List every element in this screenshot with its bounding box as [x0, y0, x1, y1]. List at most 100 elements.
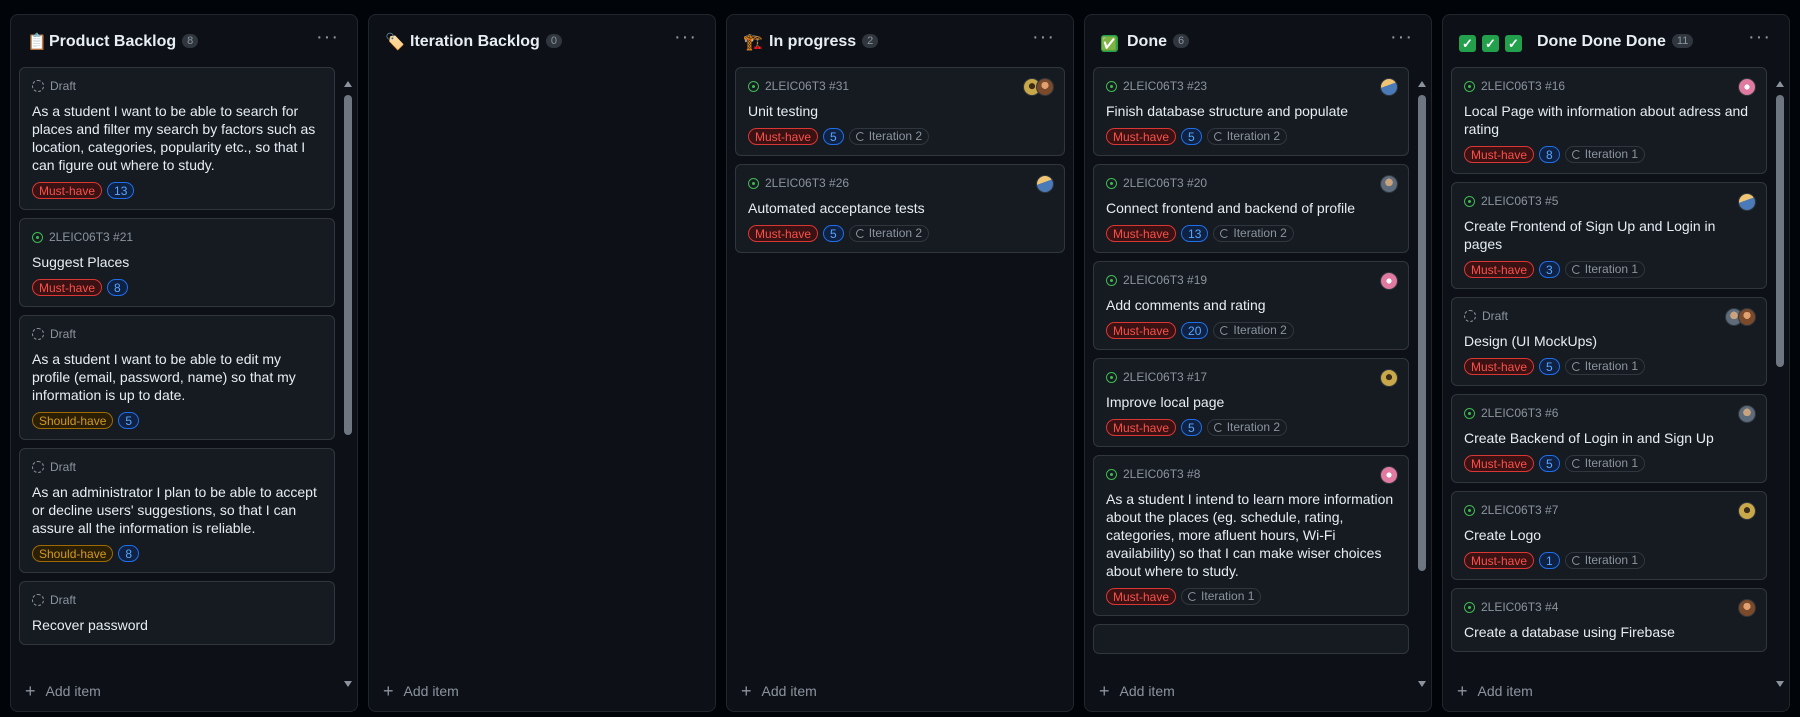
priority-label[interactable]: Must-have [1106, 225, 1177, 242]
assignees[interactable] [1380, 369, 1398, 387]
card-title[interactable]: As a student I want to be able to search… [32, 102, 322, 174]
card-issue-21[interactable]: 2LEIC06T3 #21 Suggest Places Must-have 8 [19, 218, 335, 307]
avatar[interactable] [1738, 78, 1756, 96]
points-label[interactable]: 5 [1539, 455, 1560, 472]
card-title[interactable]: Create Frontend of Sign Up and Login in … [1464, 217, 1754, 253]
card-title[interactable]: Connect frontend and backend of profile [1106, 199, 1396, 217]
scroll-up-arrow-icon[interactable] [1418, 81, 1426, 87]
assignees[interactable] [1023, 78, 1054, 96]
points-label[interactable]: 5 [823, 128, 844, 145]
avatar[interactable] [1738, 308, 1756, 326]
add-item-button[interactable]: + Add item [383, 680, 459, 702]
priority-label[interactable]: Must-have [748, 128, 819, 145]
scrollbar[interactable] [343, 81, 353, 687]
card-title[interactable]: Add comments and rating [1106, 296, 1396, 314]
assignees[interactable] [1738, 599, 1756, 617]
card-issue-23[interactable]: 2LEIC06T3 #23 Finish database structure … [1093, 67, 1409, 156]
card-issue-8[interactable]: 2LEIC06T3 #8 As a student I intend to le… [1093, 455, 1409, 616]
points-label[interactable]: 5 [1181, 128, 1202, 145]
points-label[interactable]: 5 [1181, 419, 1202, 436]
card-title[interactable]: As an administrator I plan to be able to… [32, 483, 322, 537]
scrollbar[interactable] [1417, 81, 1427, 687]
card-issue-20[interactable]: 2LEIC06T3 #20 Connect frontend and backe… [1093, 164, 1409, 253]
priority-label[interactable]: Should-have [32, 412, 114, 429]
priority-label[interactable]: Must-have [1106, 419, 1177, 436]
avatar[interactable] [1380, 78, 1398, 96]
iteration-label[interactable]: Iteration 1 [1564, 146, 1646, 163]
card-title[interactable]: Automated acceptance tests [748, 199, 1052, 217]
avatar[interactable] [1380, 369, 1398, 387]
card-title[interactable]: Create Logo [1464, 526, 1754, 544]
points-label[interactable]: 13 [1181, 225, 1209, 242]
card-issue-26[interactable]: 2LEIC06T3 #26 Automated acceptance tests… [735, 164, 1065, 253]
avatar[interactable] [1738, 502, 1756, 520]
priority-label[interactable]: Must-have [1106, 128, 1177, 145]
assignees[interactable] [1738, 193, 1756, 211]
priority-label[interactable]: Must-have [1464, 552, 1535, 569]
priority-label[interactable]: Must-have [1464, 455, 1535, 472]
column-menu-button[interactable]: ··· [674, 27, 697, 47]
priority-label[interactable]: Must-have [32, 279, 103, 296]
card-draft-admin[interactable]: Draft As an administrator I plan to be a… [19, 448, 335, 573]
iteration-label[interactable]: Iteration 2 [1206, 128, 1288, 145]
avatar[interactable] [1738, 405, 1756, 423]
priority-label[interactable]: Must-have [32, 182, 103, 199]
points-label[interactable]: 5 [1539, 358, 1560, 375]
assignees[interactable] [1380, 466, 1398, 484]
points-label[interactable]: 8 [118, 545, 140, 562]
avatar[interactable] [1380, 466, 1398, 484]
card-title[interactable]: As a student I intend to learn more info… [1106, 490, 1396, 580]
iteration-label[interactable]: Iteration 2 [1206, 419, 1288, 436]
scroll-thumb[interactable] [344, 95, 352, 435]
avatar[interactable] [1738, 599, 1756, 617]
iteration-label[interactable]: Iteration 1 [1181, 588, 1262, 605]
points-label[interactable]: 8 [107, 279, 128, 296]
column-menu-button[interactable]: ··· [1748, 27, 1771, 47]
priority-label[interactable]: Must-have [1464, 146, 1535, 163]
priority-label[interactable]: Should-have [32, 545, 114, 562]
scroll-up-arrow-icon[interactable] [1776, 81, 1784, 87]
add-item-button[interactable]: + Add item [25, 680, 101, 702]
card-issue-31[interactable]: 2LEIC06T3 #31 Unit testing Must-have 5 I… [735, 67, 1065, 156]
avatar[interactable] [1738, 193, 1756, 211]
points-label[interactable]: 1 [1539, 552, 1560, 569]
scroll-down-arrow-icon[interactable] [1776, 681, 1784, 687]
card-title[interactable]: Create a database using Firebase [1464, 623, 1754, 641]
card-title[interactable]: Improve local page [1106, 393, 1396, 411]
iteration-label[interactable]: Iteration 2 [1213, 225, 1294, 242]
column-menu-button[interactable]: ··· [1390, 27, 1413, 47]
card-title[interactable]: Finish database structure and populate [1106, 102, 1396, 120]
card-title[interactable]: Create Backend of Login in and Sign Up [1464, 429, 1754, 447]
points-label[interactable]: 20 [1181, 322, 1209, 339]
iteration-label[interactable]: Iteration 1 [1564, 358, 1646, 375]
priority-label[interactable]: Must-have [748, 225, 819, 242]
assignees[interactable] [1738, 78, 1756, 96]
assignees[interactable] [1725, 308, 1756, 326]
iteration-label[interactable]: Iteration 2 [848, 225, 930, 242]
avatar[interactable] [1380, 272, 1398, 290]
add-item-button[interactable]: + Add item [741, 680, 817, 702]
iteration-label[interactable]: Iteration 1 [1564, 552, 1646, 569]
scroll-thumb[interactable] [1418, 95, 1426, 571]
priority-label[interactable]: Must-have [1106, 588, 1177, 605]
avatar[interactable] [1036, 175, 1054, 193]
assignees[interactable] [1380, 78, 1398, 96]
card-draft-design[interactable]: Draft Design (UI MockUps) Must-have 5 It… [1451, 297, 1767, 386]
card-partial[interactable] [1093, 624, 1409, 654]
card-title[interactable]: Design (UI MockUps) [1464, 332, 1754, 350]
card-issue-4[interactable]: 2LEIC06T3 #4 Create a database using Fir… [1451, 588, 1767, 652]
assignees[interactable] [1380, 272, 1398, 290]
avatar[interactable] [1380, 175, 1398, 193]
priority-label[interactable]: Must-have [1106, 322, 1177, 339]
scroll-thumb[interactable] [1776, 95, 1784, 367]
assignees[interactable] [1738, 502, 1756, 520]
card-title[interactable]: Unit testing [748, 102, 1052, 120]
card-draft-recover[interactable]: Draft Recover password [19, 581, 335, 645]
card-issue-7[interactable]: 2LEIC06T3 #7 Create Logo Must-have 1 Ite… [1451, 491, 1767, 580]
iteration-label[interactable]: Iteration 1 [1564, 261, 1646, 278]
scroll-down-arrow-icon[interactable] [344, 681, 352, 687]
column-menu-button[interactable]: ··· [1032, 27, 1055, 47]
add-item-button[interactable]: + Add item [1457, 680, 1533, 702]
card-title[interactable]: Local Page with information about adress… [1464, 102, 1754, 138]
points-label[interactable]: 5 [118, 412, 140, 429]
